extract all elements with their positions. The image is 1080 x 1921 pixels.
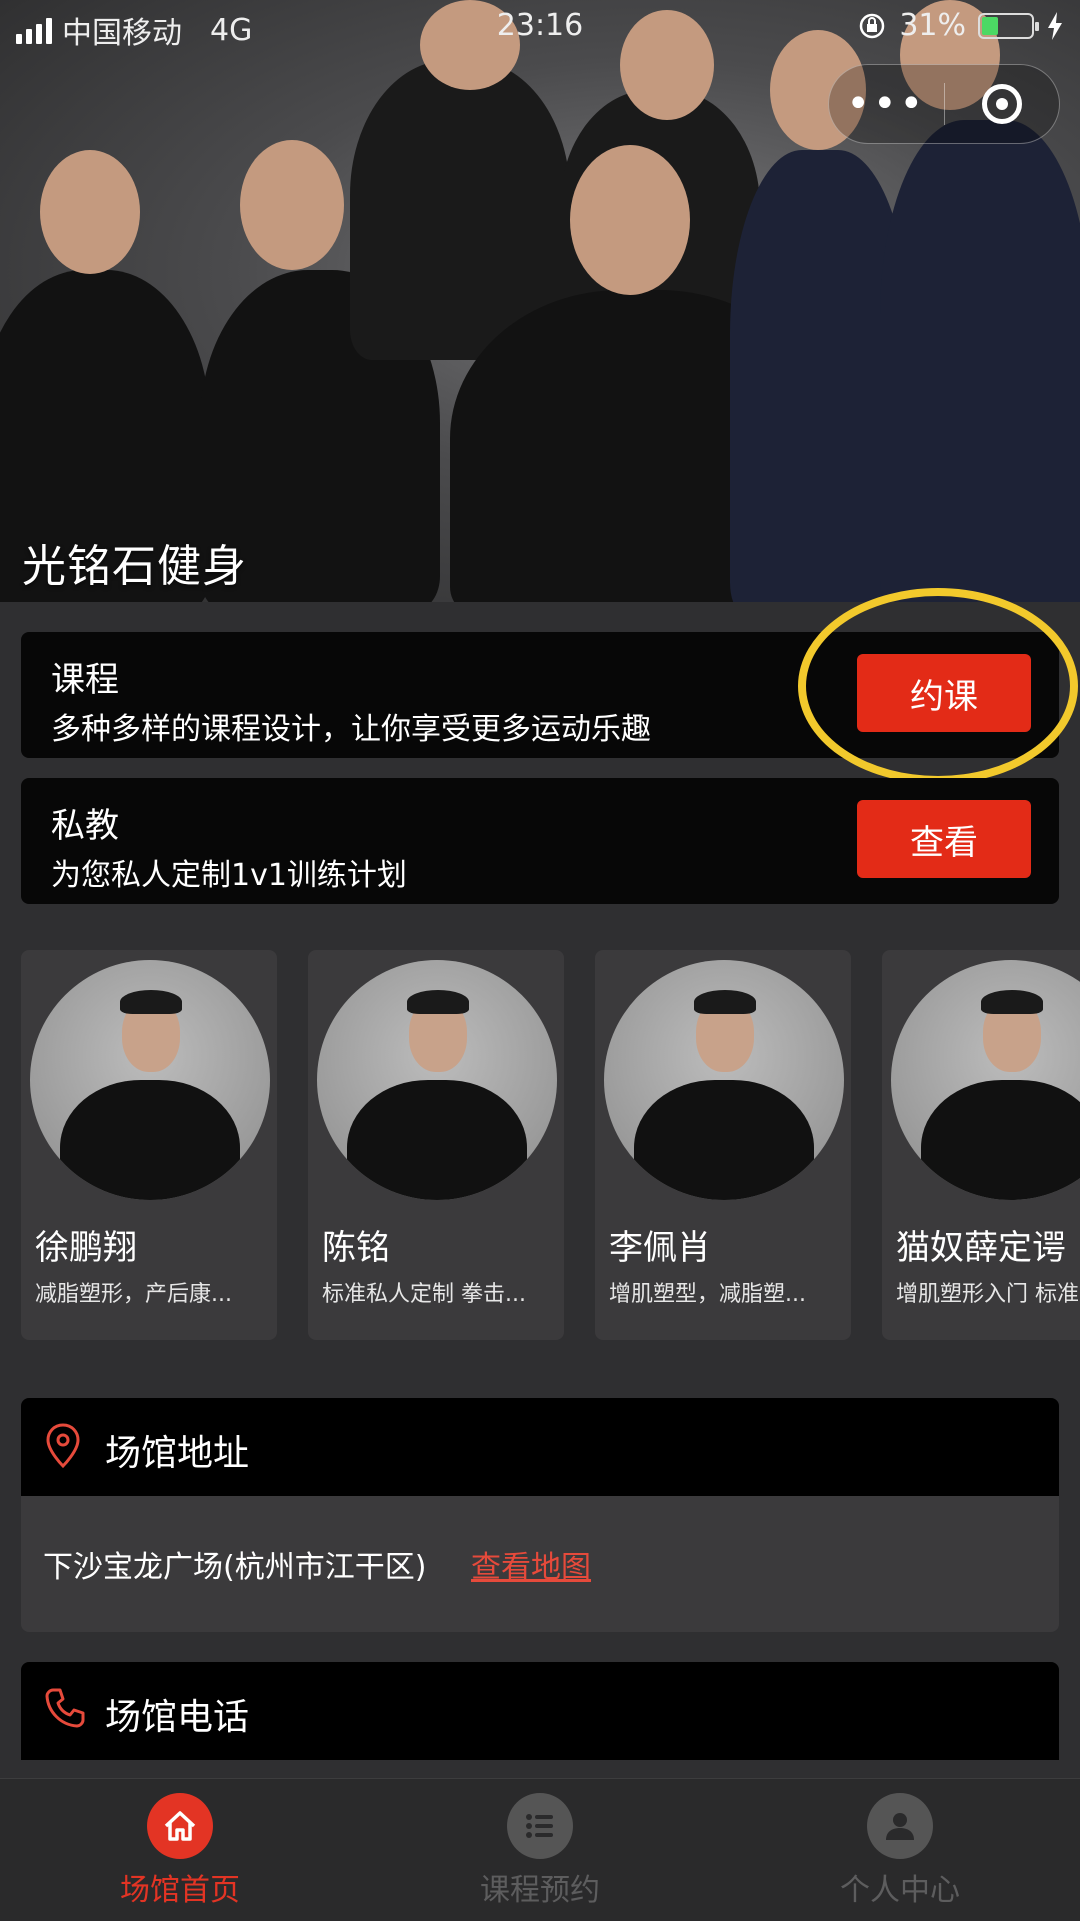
hero-figure [880,120,1080,602]
course-desc: 多种多样的课程设计，让你享受更多运动乐趣 [51,712,651,747]
coach-avatar [317,960,557,1200]
coach-card[interactable]: 猫奴薛定谔 增肌塑形入门 标准 [882,950,1080,1340]
target-icon [981,84,1022,124]
tab-profile[interactable]: 个人中心 [800,1793,1000,1909]
rotation-lock-icon [860,13,885,38]
coach-tags: 增肌塑形入门 标准 [896,1282,1079,1307]
coach-avatar [604,960,844,1200]
coach-name: 猫奴薛定谔 [896,1228,1066,1268]
venue-phone-title: 场馆电话 [105,1697,250,1738]
coach-tags: 减脂塑形，产后康... [35,1282,232,1307]
hero-figure-head [40,150,140,274]
tab-home-label: 场馆首页 [120,1873,240,1908]
tab-course-booking-label: 课程预约 [480,1873,600,1908]
coach-tags: 标准私人定制 拳击... [322,1282,526,1307]
venue-address-body: 下沙宝龙广场(杭州市江干区) 查看地图 [21,1496,1059,1632]
coach-name: 徐鹏翔 [35,1228,137,1268]
user-icon [867,1793,933,1859]
coach-card[interactable]: 陈铭 标准私人定制 拳击... [308,950,564,1340]
private-coach-desc: 为您私人定制1v1训练计划 [51,858,407,893]
coach-tags: 增肌塑型，减脂塑... [609,1282,806,1307]
gym-name: 光铭石健身 [22,541,247,592]
battery-percent: 31% [899,8,966,43]
private-coach-title: 私教 [51,806,119,846]
coach-avatar [30,960,270,1200]
coach-card[interactable]: 徐鹏翔 减脂塑形，产后康... [21,950,277,1340]
venue-phone-header[interactable]: 场馆电话 [21,1662,1059,1760]
venue-address-header: 场馆地址 [21,1398,1059,1496]
venue-address: 下沙宝龙广场(杭州市江干区) [43,1550,427,1585]
miniprogram-capsule: ••• [828,64,1060,144]
tab-course-booking[interactable]: 课程预约 [440,1793,640,1909]
list-icon [507,1793,573,1859]
coach-name: 李佩肖 [609,1228,711,1268]
highlight-annotation [798,588,1078,784]
view-button[interactable]: 查看 [857,800,1031,878]
tab-profile-label: 个人中心 [840,1873,960,1908]
coach-card[interactable]: 李佩肖 增肌塑型，减脂塑... [595,950,851,1340]
venue-address-title: 场馆地址 [105,1433,250,1474]
hero-figure-head [570,145,690,295]
battery-icon [978,12,1039,39]
location-pin-icon [46,1423,80,1469]
private-coach-card: 私教 为您私人定制1v1训练计划 查看 [21,778,1059,904]
hero-figure-head [240,140,344,270]
course-title: 课程 [51,660,119,700]
charging-icon [1048,11,1062,40]
status-bar: 中国移动 4G 23:16 31% [0,0,1080,54]
phone-icon [45,1688,85,1728]
bottom-tab-bar: 场馆首页 课程预约 个人中心 [0,1778,1080,1921]
more-menu-button[interactable]: ••• [829,84,944,124]
close-miniprogram-button[interactable] [945,84,1060,124]
home-icon [147,1793,213,1859]
tab-home[interactable]: 场馆首页 [80,1793,280,1909]
view-map-link[interactable]: 查看地图 [471,1542,591,1586]
coach-avatar [891,960,1080,1200]
coach-name: 陈铭 [322,1228,390,1268]
